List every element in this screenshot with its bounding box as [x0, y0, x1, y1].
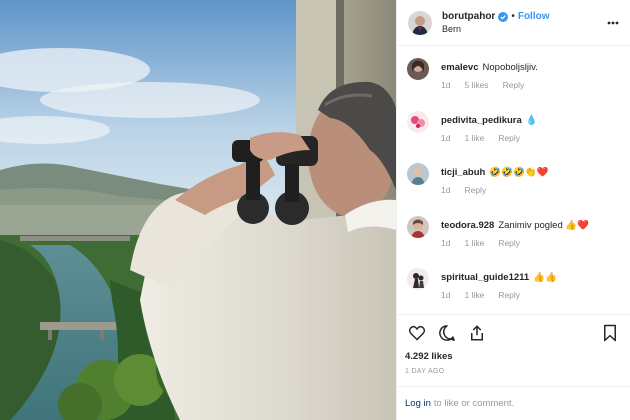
comment-item: emalevc Nopoboljsljiv. 1d 5 likes Reply [397, 56, 630, 109]
comment-text-row: teodora.928 Zanimiv pogled 👍❤️ [441, 220, 618, 232]
post-sidebar: borutpahor • Follow Bern emalevc Nopobol… [396, 0, 630, 420]
comment-likes[interactable]: 5 likes [464, 80, 488, 90]
verified-badge-icon [498, 11, 509, 22]
comment-likes[interactable]: 1 like [464, 238, 484, 248]
comment-meta: 1d 1 like Reply [441, 133, 618, 143]
comment-body: ticji_abuh 🤣🤣🤣👏❤️ 1d Reply [441, 161, 618, 214]
comment-text: 🤣🤣🤣👏❤️ [489, 167, 549, 178]
comment-age[interactable]: 1d [441, 133, 450, 143]
comment-likes[interactable]: 1 like [464, 290, 484, 300]
header-row: borutpahor • Follow [442, 11, 606, 23]
reply-button[interactable]: Reply [498, 238, 520, 248]
comment-item: ticji_abuh 🤣🤣🤣👏❤️ 1d Reply [397, 161, 630, 214]
comment-age[interactable]: 1d [441, 185, 450, 195]
comment-age[interactable]: 1d [441, 290, 450, 300]
header-meta: borutpahor • Follow Bern [442, 11, 606, 35]
login-link[interactable]: Log in [405, 398, 431, 409]
reply-button[interactable]: Reply [503, 80, 525, 90]
reply-button[interactable]: Reply [498, 290, 520, 300]
comment-body: teodora.928 Zanimiv pogled 👍❤️ 1d 1 like … [441, 214, 618, 267]
commenter-avatar[interactable] [407, 215, 429, 238]
comment-text: Nopoboljsljiv. [482, 62, 538, 73]
heart-icon[interactable] [405, 321, 429, 345]
share-icon[interactable] [465, 321, 489, 345]
comment-text-row: emalevc Nopoboljsljiv. [441, 62, 618, 74]
photo-scene [0, 0, 396, 420]
comment-meta: 1d Reply [441, 185, 618, 195]
author-avatar[interactable] [408, 10, 432, 35]
separator-dot: • [511, 10, 515, 22]
post-photo[interactable] [0, 0, 396, 420]
comment-text-row: pedivita_pedikura 💧 [441, 115, 618, 127]
comment-icon[interactable] [435, 321, 459, 345]
login-prompt: Log in to like or comment. [397, 386, 630, 420]
comment-text-row: spiritual_guide1211 👍👍 [441, 272, 618, 284]
comment-body: emalevc Nopoboljsljiv. 1d 5 likes Reply [441, 56, 618, 109]
comment-text: 💧 [525, 114, 538, 126]
comment-age[interactable]: 1d [441, 238, 450, 248]
commenter-avatar[interactable] [407, 110, 429, 133]
comment-item: teodora.928 Zanimiv pogled 👍❤️ 1d 1 like … [397, 214, 630, 267]
commenter-avatar[interactable] [407, 268, 429, 290]
comments-list[interactable]: emalevc Nopoboljsljiv. 1d 5 likes Reply p… [397, 46, 630, 314]
comment-text-row: ticji_abuh 🤣🤣🤣👏❤️ [441, 167, 618, 179]
comment-username[interactable]: teodora.928 [441, 220, 494, 231]
commenter-avatar[interactable] [407, 163, 429, 185]
comment-username[interactable]: emalevc [441, 62, 479, 73]
bookmark-icon[interactable] [598, 321, 622, 345]
comment-item: pedivita_pedikura 💧 1d 1 like Reply [397, 109, 630, 162]
comment-username[interactable]: ticji_abuh [441, 167, 485, 178]
reply-button[interactable]: Reply [498, 133, 520, 143]
post-header: borutpahor • Follow Bern [397, 0, 630, 46]
comment-likes[interactable]: 1 like [464, 133, 484, 143]
comment-text: Zanimiv pogled 👍❤️ [498, 219, 590, 231]
likes-count[interactable]: 4.292 likes [397, 350, 630, 364]
comment-meta: 1d 1 like Reply [441, 238, 618, 248]
comment-meta: 1d 5 likes Reply [441, 80, 618, 90]
post-time[interactable]: 1 DAY AGO [397, 364, 630, 386]
comment-item: spiritual_guide1211 👍👍 1d 1 like Reply [397, 266, 630, 314]
comment-username[interactable]: pedivita_pedikura [441, 115, 522, 126]
author-avatar-image [408, 10, 432, 35]
login-suffix: to like or comment. [433, 398, 515, 409]
follow-button[interactable]: Follow [518, 11, 550, 23]
comment-body: pedivita_pedikura 💧 1d 1 like Reply [441, 109, 618, 162]
comment-username[interactable]: spiritual_guide1211 [441, 272, 529, 283]
post-location[interactable]: Bern [442, 23, 606, 35]
more-options-icon[interactable] [606, 16, 620, 30]
instagram-post: borutpahor • Follow Bern emalevc Nopobol… [0, 0, 630, 420]
comment-age[interactable]: 1d [441, 80, 450, 90]
commenter-avatar[interactable] [407, 58, 429, 80]
comment-text: 👍👍 [533, 272, 557, 283]
comment-body: spiritual_guide1211 👍👍 1d 1 like Reply [441, 266, 618, 314]
author-username[interactable]: borutpahor [442, 11, 495, 23]
reply-button[interactable]: Reply [464, 185, 486, 195]
comment-meta: 1d 1 like Reply [441, 290, 618, 300]
action-bar [397, 314, 630, 350]
